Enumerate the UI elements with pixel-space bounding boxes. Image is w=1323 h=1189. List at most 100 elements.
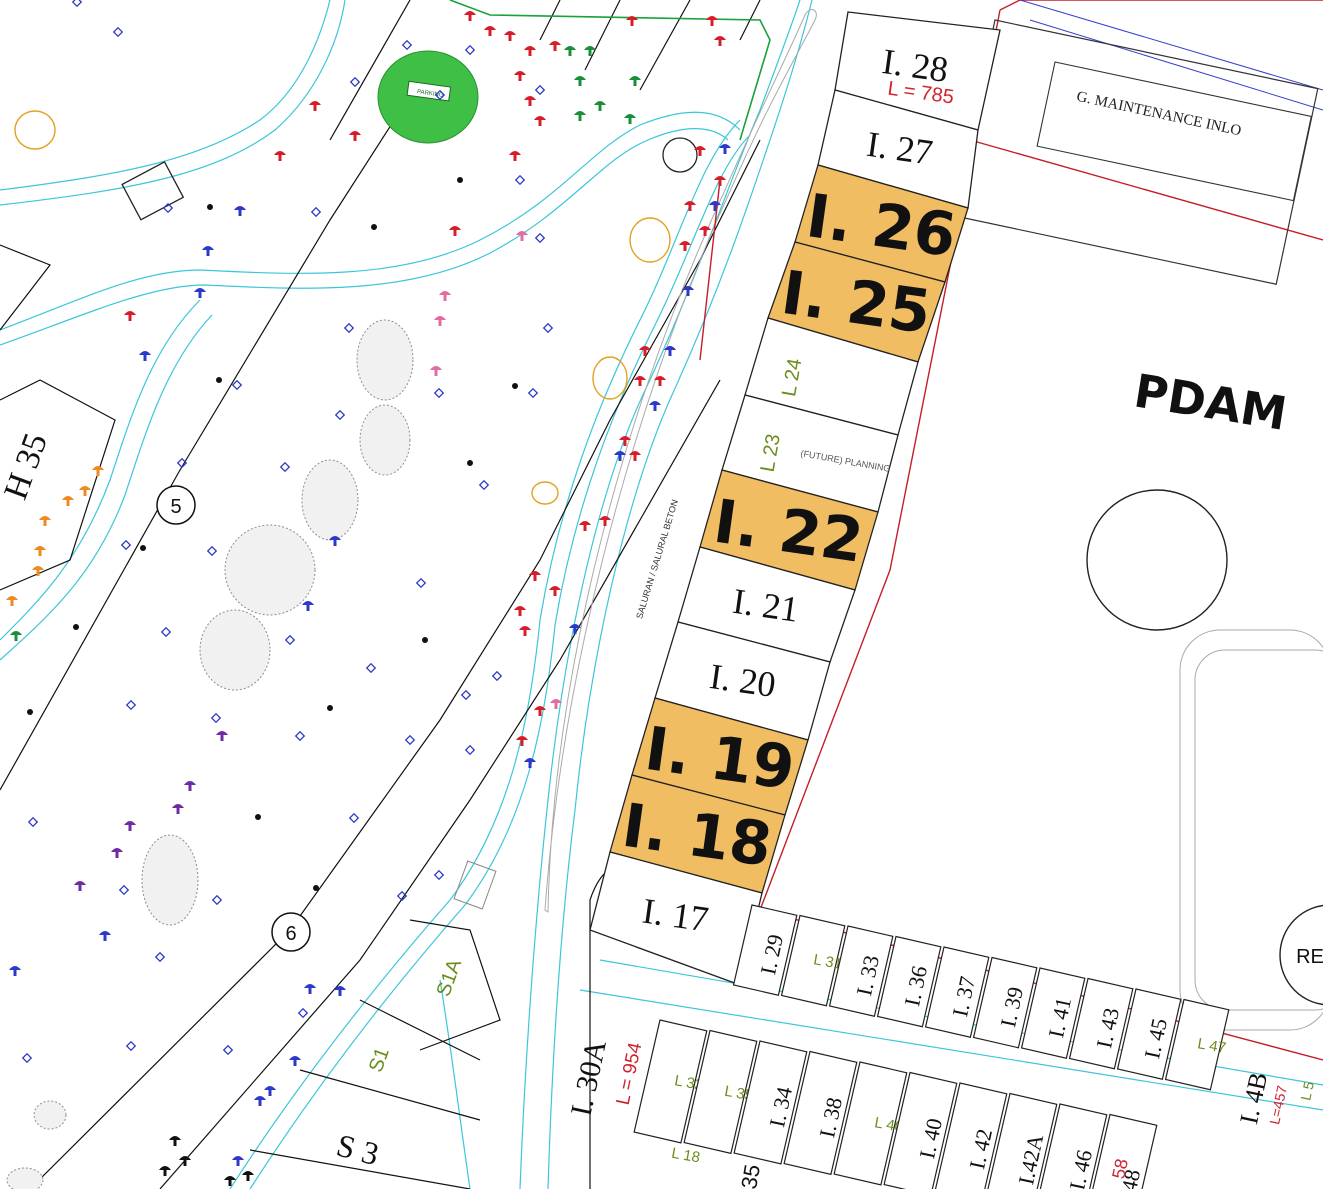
survey-point-icon (433, 869, 445, 881)
tree-symbol-icon (194, 288, 206, 298)
survey-point-icon (27, 816, 39, 828)
survey-point-icon (478, 479, 490, 491)
circle-marker-6: 6 (271, 912, 311, 952)
tree-symbol-icon (349, 131, 361, 141)
tree-markers (6, 0, 731, 1186)
survey-point-icon (433, 387, 445, 399)
lot-s3: S 3 (333, 1127, 383, 1173)
tree-symbol-icon (464, 11, 476, 21)
tree-symbol-icon (484, 26, 496, 36)
pdam-label: PDAM (1131, 364, 1291, 441)
survey-point-icon (231, 379, 243, 391)
tree-symbol-icon (139, 351, 151, 361)
tree-symbol-icon (682, 286, 694, 296)
vegetation-blobs (6, 319, 414, 1189)
tree-symbol-icon (274, 151, 286, 161)
pole-dot-icon (457, 177, 463, 183)
tree-symbol-icon (124, 311, 136, 321)
survey-point-icon (365, 662, 377, 674)
pole-dot-icon (27, 709, 33, 715)
tree-symbol-icon (706, 16, 718, 26)
survey-point-icon (211, 894, 223, 906)
survey-point-icon (125, 699, 137, 711)
survey-point-icon (491, 670, 503, 682)
tree-symbol-icon (684, 201, 696, 211)
survey-point-icon (310, 206, 322, 218)
survey-point-icon (542, 322, 554, 334)
main-lots: I. 28I. 27I. 26I. 25L 24L 23I. 22I. 21I.… (589, 11, 1001, 986)
tree-symbol-icon (699, 226, 711, 236)
tree-symbol-icon (302, 601, 314, 611)
survey-point-icon (514, 174, 526, 186)
survey-point-icon (112, 26, 124, 38)
tree-symbol-icon (649, 401, 661, 411)
tree-symbol-icon (232, 1156, 244, 1166)
lot-s1: S1 (365, 1045, 394, 1076)
tree-symbol-icon (264, 1086, 276, 1096)
survey-point-icon (527, 387, 539, 399)
tree-symbol-icon (10, 631, 22, 641)
h35-label: H 35 (0, 429, 55, 505)
survey-point-icon (284, 634, 296, 646)
tree-symbol-icon (9, 966, 21, 976)
tree-symbol-icon (514, 71, 526, 81)
survey-point-icon (401, 39, 413, 51)
survey-point-icon (464, 44, 476, 56)
survey-point-icon (120, 539, 132, 551)
survey-point-icon (21, 1052, 33, 1064)
tree-symbol-icon (529, 571, 541, 581)
tree-symbol-icon (549, 586, 561, 596)
tree-symbol-icon (519, 626, 531, 636)
tree-symbol-icon (289, 1056, 301, 1066)
tree-symbol-icon (439, 291, 451, 301)
tree-symbol-icon (99, 931, 111, 941)
tree-symbol-icon (202, 246, 214, 256)
tree-symbol-icon (516, 736, 528, 746)
tree-symbol-icon (629, 76, 641, 86)
survey-point-icon (160, 626, 172, 638)
pole-dot-icon (327, 705, 333, 711)
re-label: RE (1296, 946, 1323, 968)
tree-symbol-icon (509, 151, 521, 161)
tree-symbol-icon (434, 316, 446, 326)
tree-symbol-icon (574, 111, 586, 121)
lot-l18: L 18 (670, 1145, 701, 1167)
tree-symbol-icon (714, 176, 726, 186)
survey-point-icon (349, 76, 361, 88)
circle-5-label: 5 (170, 496, 181, 518)
tree-symbol-icon (534, 116, 546, 126)
pdam-tank-circle (1086, 489, 1228, 631)
survey-point-icon (460, 689, 472, 701)
circle-marker-5: 5 (156, 485, 196, 525)
lot-s1a: S1A (433, 956, 467, 1000)
maintenance-building (952, 19, 1319, 285)
tree-symbol-icon (39, 516, 51, 526)
tree-symbol-icon (549, 41, 561, 51)
tree-symbol-icon (34, 546, 46, 556)
tree-symbol-icon (79, 486, 91, 496)
tree-symbol-icon (524, 96, 536, 106)
l30a-length-label: L = 954 (613, 1040, 647, 1107)
survey-point-icon (534, 232, 546, 244)
tree-symbol-icon (159, 1166, 171, 1176)
tree-symbol-icon (634, 376, 646, 386)
tree-symbol-icon (309, 101, 321, 111)
survey-point-icon (210, 712, 222, 724)
tree-symbol-icon (224, 1176, 236, 1186)
tree-symbol-icon (62, 496, 74, 506)
pole-dot-icon (255, 814, 261, 820)
pole-dot-icon (422, 637, 428, 643)
tree-symbol-icon (74, 881, 86, 891)
lot-58: 58 (1108, 1157, 1132, 1181)
survey-point-icon (125, 1040, 137, 1052)
tree-symbol-icon (579, 521, 591, 531)
pole-dot-icon (73, 624, 79, 630)
tree-symbol-icon (504, 31, 516, 41)
tree-symbol-icon (624, 114, 636, 124)
survey-point-icon (534, 84, 546, 96)
survey-point-icon (348, 812, 360, 824)
lot-l35b: 35 (736, 1162, 765, 1189)
tree-symbol-icon (516, 231, 528, 241)
pole-dot-icon (512, 383, 518, 389)
lot-l30a: I. 30A (565, 1037, 613, 1119)
